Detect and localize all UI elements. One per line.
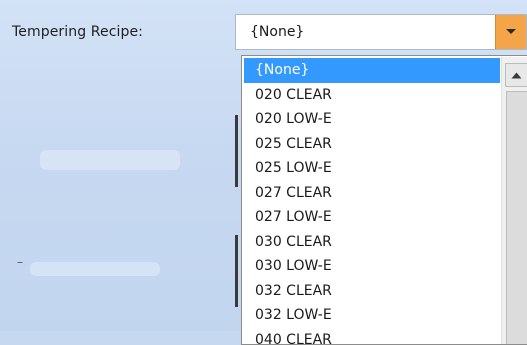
tempering-recipe-label: Tempering Recipe:	[12, 24, 143, 40]
list-item[interactable]: 032 CLEAR	[244, 279, 500, 304]
dash-label: –	[17, 255, 23, 269]
list-item[interactable]: {None}	[244, 58, 500, 83]
dropdown-button[interactable]	[495, 15, 526, 49]
list-item[interactable]: 027 CLEAR	[244, 181, 500, 206]
list-item[interactable]: 040 CLEAR	[244, 328, 500, 345]
list-item[interactable]: 030 CLEAR	[244, 230, 500, 255]
control-edge	[235, 115, 238, 187]
list-item[interactable]: 027 LOW-E	[244, 205, 500, 230]
list-item[interactable]: 030 LOW-E	[244, 254, 500, 279]
list-item[interactable]: 032 LOW-E	[244, 303, 500, 328]
list-item[interactable]: 025 CLEAR	[244, 132, 500, 157]
scroll-thumb[interactable]	[506, 91, 527, 345]
vertical-scrollbar[interactable]	[501, 57, 527, 345]
dropdown-items: {None} 020 CLEAR 020 LOW-E 025 CLEAR 025…	[244, 58, 500, 345]
chevron-down-icon	[505, 28, 517, 36]
panel-highlight	[30, 262, 160, 276]
list-item[interactable]: 020 CLEAR	[244, 83, 500, 108]
control-edge	[235, 235, 238, 307]
tempering-recipe-combobox[interactable]: {None}	[235, 14, 527, 50]
combobox-value: {None}	[250, 24, 304, 40]
triangle-up-icon	[511, 72, 522, 79]
panel-highlight	[40, 150, 180, 170]
list-item[interactable]: 020 LOW-E	[244, 107, 500, 132]
dropdown-list[interactable]: {None} 020 CLEAR 020 LOW-E 025 CLEAR 025…	[241, 55, 527, 345]
list-item[interactable]: 025 LOW-E	[244, 156, 500, 181]
scroll-up-button[interactable]	[505, 63, 527, 87]
